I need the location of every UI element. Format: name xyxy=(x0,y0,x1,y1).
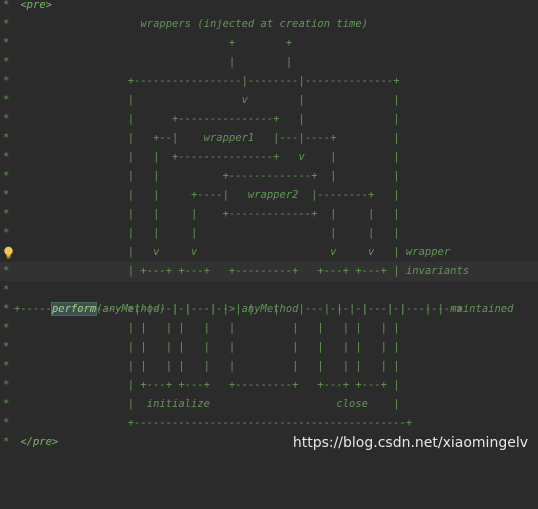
code-text: | | | +-------------+ | | | xyxy=(14,208,400,220)
watermark: https://blog.csdn.net/xiaomingelv xyxy=(292,435,528,451)
comment-star: * xyxy=(3,322,10,334)
code-line: * | +---------------+ | | xyxy=(0,110,538,129)
code-text: +---------------------------------------… xyxy=(14,417,413,429)
code-text: | | +-------------+ | | xyxy=(14,170,400,182)
code-line-current: * | +---+ +---+ +---------+ +---+ +---+ … xyxy=(0,262,538,281)
code-line: * +-------------------------------------… xyxy=(0,414,538,433)
code-text: <pre> xyxy=(14,0,52,11)
code-line: * | | | | | | xyxy=(0,224,538,243)
lightbulb-icon[interactable] xyxy=(3,246,14,259)
code-line: | v v v v | wrapper xyxy=(0,243,538,262)
code-text: wrappers (injected at creation time) xyxy=(14,18,369,30)
comment-star: * xyxy=(3,360,10,372)
code-text: | initialize close | xyxy=(14,398,400,410)
comment-star: * xyxy=(3,208,10,220)
comment-star: * xyxy=(3,284,10,296)
code-text: | | | | | | xyxy=(14,227,400,239)
comment-star: * xyxy=(3,303,10,315)
comment-star: * xyxy=(3,151,10,163)
comment-star: * xyxy=(3,379,10,391)
comment-star: * xyxy=(3,227,10,239)
code-text: | v v v v | wrapper xyxy=(14,246,451,258)
comment-star: * xyxy=(3,132,10,144)
comment-star: * xyxy=(3,170,10,182)
code-line: * + + xyxy=(0,34,538,53)
comment-star: * xyxy=(3,417,10,429)
code-line: * | initialize close | xyxy=(0,395,538,414)
code-text: +----------------->|-|---|-|---|-->|anyM… xyxy=(14,303,463,315)
comment-star: * xyxy=(3,0,10,11)
code-text: | v | | xyxy=(14,94,400,106)
code-text: | | | | | | | | | | | | xyxy=(14,341,400,353)
code-line: * | | +----| wrapper2 |--------+ | xyxy=(0,186,538,205)
code-text: | +---------------+ | | xyxy=(14,113,400,125)
code-line: * +----------------->|-|---|-|---|-->|an… xyxy=(0,300,538,319)
code-line: * | | | | | | | | | | | | xyxy=(0,338,538,357)
code-text: +-----------------|--------|------------… xyxy=(14,75,400,87)
code-line: * | v | | xyxy=(0,91,538,110)
code-line: * perform(anyMethod) | | | | | | | | | |… xyxy=(0,281,538,316)
code-text: | | +----| wrapper2 |--------+ | xyxy=(14,189,400,201)
comment-star: * xyxy=(3,113,10,125)
code-line: * | +---+ +---+ +---------+ +---+ +---+ … xyxy=(0,376,538,395)
comment-star: * xyxy=(3,94,10,106)
code-line: * | | | | | | | | | | | | xyxy=(0,319,538,338)
code-text: | | +---------------+ v | | xyxy=(14,151,400,163)
code-line: * | | | | | | | | | | | | xyxy=(0,357,538,376)
code-text: | +--| wrapper1 |---|----+ | xyxy=(14,132,400,144)
code-line: * <pre> xyxy=(0,0,538,15)
comment-star: * xyxy=(3,56,10,68)
code-line: * | | xyxy=(0,53,538,72)
comment-star: * xyxy=(3,37,10,49)
code-line: * wrappers (injected at creation time) xyxy=(0,15,538,34)
comment-star: * xyxy=(3,265,10,277)
code-line: * | | +-------------+ | | xyxy=(0,167,538,186)
code-line: * | +--| wrapper1 |---|----+ | xyxy=(0,129,538,148)
code-text: | +---+ +---+ +---------+ +---+ +---+ | xyxy=(14,379,400,391)
code-text: | | | | | | | | | | | | xyxy=(14,322,400,334)
code-text: | | | | | | | | | | | | xyxy=(14,360,400,372)
code-editor[interactable]: * <pre> * wrappers (injected at creation… xyxy=(0,0,538,461)
comment-star: * xyxy=(3,436,10,448)
comment-star: * xyxy=(3,398,10,410)
code-line: * | | | +-------------+ | | | xyxy=(0,205,538,224)
code-line: * +-----------------|--------|----------… xyxy=(0,72,538,91)
comment-star: * xyxy=(3,341,10,353)
code-text: | | xyxy=(14,56,293,68)
code-text: | +---+ +---+ +---------+ +---+ +---+ | … xyxy=(14,265,470,277)
comment-star: * xyxy=(3,189,10,201)
comment-star: * xyxy=(3,75,10,87)
code-text: + + xyxy=(14,37,293,49)
code-text: </pre> xyxy=(14,436,59,448)
code-line: * | | +---------------+ v | | xyxy=(0,148,538,167)
comment-star: * xyxy=(3,18,10,30)
